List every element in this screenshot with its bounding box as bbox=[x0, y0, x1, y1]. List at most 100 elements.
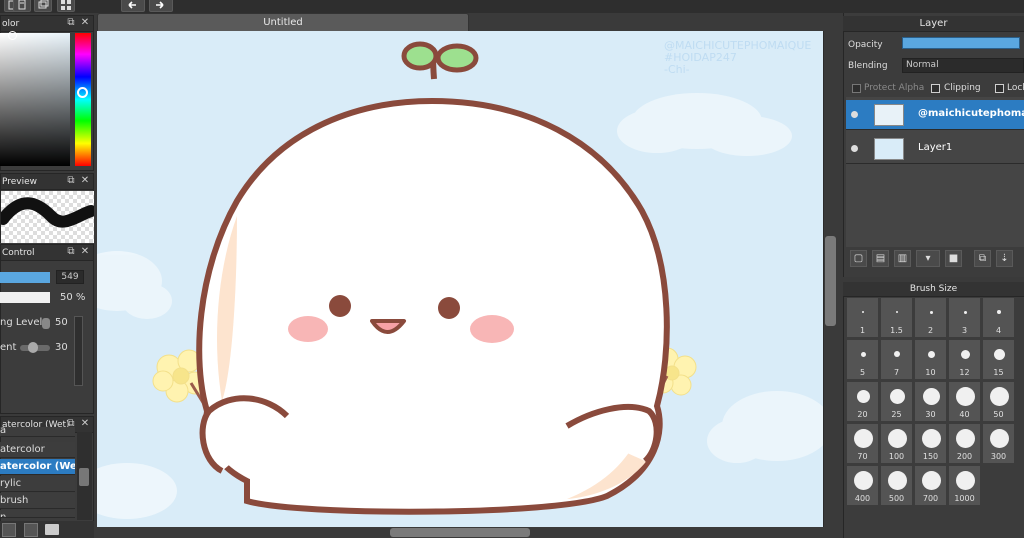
brush-size-cell[interactable]: 30 bbox=[914, 381, 947, 422]
artwork: @MAICHICUTEPHOMAIQUE #HOIDAP247 -Chi- bbox=[97, 39, 823, 519]
brush-size-cell[interactable]: 300 bbox=[982, 423, 1015, 464]
new-layer-icon[interactable]: ▢ bbox=[850, 250, 867, 267]
layer-row[interactable]: Layer1 bbox=[846, 134, 1024, 164]
brush-size-cell[interactable]: 7 bbox=[880, 339, 913, 380]
brush-size-dot-icon bbox=[889, 388, 905, 404]
layers-icon[interactable] bbox=[34, 0, 52, 12]
copy-layer-icon[interactable]: ▤ bbox=[872, 250, 889, 267]
lock-checkbox[interactable] bbox=[995, 84, 1004, 93]
color-panel-title: olor bbox=[2, 19, 20, 29]
duplicate-layer-icon[interactable]: ⧉ bbox=[974, 250, 991, 267]
list-item[interactable]: n bbox=[0, 510, 75, 518]
close-icon[interactable]: ✕ bbox=[80, 176, 90, 186]
grid-icon[interactable] bbox=[57, 0, 75, 12]
doc-icon[interactable] bbox=[13, 0, 31, 12]
new-brush-icon[interactable] bbox=[2, 523, 16, 537]
lock-label: Lock bbox=[1007, 83, 1024, 93]
slider-handle[interactable] bbox=[28, 342, 38, 353]
popout-icon[interactable]: ⧉ bbox=[66, 176, 76, 186]
scroll-thumb[interactable] bbox=[79, 468, 89, 486]
brush-size-dot-icon bbox=[989, 428, 1009, 448]
top-toolbar bbox=[0, 0, 1024, 13]
brush-size-cell[interactable]: 70 bbox=[846, 423, 879, 464]
visibility-eye-icon[interactable] bbox=[851, 145, 858, 152]
list-item[interactable]: a bbox=[0, 427, 75, 437]
brush-size-cell[interactable]: 5 bbox=[846, 339, 879, 380]
layer-row[interactable]: @maichicutephomai bbox=[846, 100, 1024, 130]
list-item[interactable]: rylic bbox=[0, 476, 75, 492]
brush-size-dot-icon bbox=[887, 470, 907, 490]
layer-name: @maichicutephomai bbox=[918, 108, 1024, 119]
control-scrollbar[interactable] bbox=[74, 316, 83, 386]
right-eye bbox=[438, 297, 460, 319]
canvas-tab[interactable]: Untitled bbox=[97, 13, 469, 31]
layer-thumbnail bbox=[874, 138, 904, 160]
brush-list-scrollbar[interactable] bbox=[77, 432, 92, 520]
brush-size-title: Brush Size bbox=[843, 282, 1024, 297]
brush-size-dot-icon bbox=[921, 428, 941, 448]
brush-size-dot-icon bbox=[896, 311, 898, 313]
canvas[interactable]: @MAICHICUTEPHOMAIQUE #HOIDAP247 -Chi- bbox=[97, 31, 823, 527]
brush-size-cell[interactable]: 20 bbox=[846, 381, 879, 422]
brush-size-cell[interactable]: 4 bbox=[982, 297, 1015, 338]
brush-size-label: 30 bbox=[925, 410, 936, 419]
brush-size-cell[interactable]: 100 bbox=[880, 423, 913, 464]
redo-icon[interactable] bbox=[149, 0, 173, 12]
brush-size-cell[interactable]: 1 bbox=[846, 297, 879, 338]
add-layer-dropdown-icon[interactable]: ▾ bbox=[916, 250, 940, 267]
copy-brush-icon[interactable] bbox=[24, 523, 38, 537]
blending-label: Blending bbox=[848, 61, 888, 71]
protect-alpha-checkbox[interactable] bbox=[852, 84, 861, 93]
folder-icon[interactable]: ■ bbox=[945, 250, 962, 267]
brush-size-cell[interactable]: 40 bbox=[948, 381, 981, 422]
merge-layer-icon[interactable]: ⇣ bbox=[996, 250, 1013, 267]
color-picker-knob[interactable] bbox=[8, 31, 17, 40]
popout-icon[interactable]: ⧉ bbox=[66, 18, 76, 28]
list-item-selected[interactable]: atercolor (We bbox=[0, 459, 75, 475]
color-saturation-field[interactable] bbox=[0, 33, 70, 166]
brush-size-label: 50 bbox=[993, 410, 1004, 419]
brush-size-dot-icon bbox=[955, 386, 975, 406]
popout-icon[interactable]: ⧉ bbox=[66, 247, 76, 257]
brush-size-cell[interactable]: 400 bbox=[846, 465, 879, 506]
brush-size-cell[interactable]: 15 bbox=[982, 339, 1015, 380]
brush-size-cell[interactable]: 12 bbox=[948, 339, 981, 380]
close-icon[interactable]: ✕ bbox=[80, 18, 90, 28]
brush-size-label: 15 bbox=[993, 368, 1004, 377]
watermark-line: -Chi- bbox=[664, 63, 690, 76]
left-cheek bbox=[288, 316, 328, 342]
brush-size-cell[interactable]: 1.5 bbox=[880, 297, 913, 338]
visibility-eye-icon[interactable] bbox=[851, 111, 858, 118]
clipping-checkbox[interactable] bbox=[931, 84, 940, 93]
close-icon[interactable]: ✕ bbox=[80, 247, 90, 257]
sprout-leaf bbox=[401, 41, 439, 71]
brush-size-cell[interactable]: 50 bbox=[982, 381, 1015, 422]
hue-slider[interactable] bbox=[75, 33, 91, 166]
list-item[interactable]: brush bbox=[0, 493, 75, 509]
brush-size-cell[interactable]: 25 bbox=[880, 381, 913, 422]
canvas-horizontal-scroll-thumb[interactable] bbox=[390, 528, 530, 537]
layer-opacity-slider[interactable] bbox=[902, 37, 1020, 49]
brush-size-value[interactable]: 549 bbox=[56, 270, 84, 284]
brush-size-cell[interactable]: 150 bbox=[914, 423, 947, 464]
brush-size-label: 40 bbox=[959, 410, 970, 419]
close-icon[interactable]: ✕ bbox=[80, 419, 90, 429]
control-row-label: ent bbox=[0, 342, 17, 353]
brush-opacity-slider[interactable] bbox=[0, 292, 50, 303]
blending-select[interactable]: Normal bbox=[902, 58, 1024, 73]
brush-size-cell[interactable]: 3 bbox=[948, 297, 981, 338]
undo-icon[interactable] bbox=[121, 0, 145, 12]
brush-size-cell[interactable]: 500 bbox=[880, 465, 913, 506]
slider-handle[interactable] bbox=[42, 318, 50, 329]
brush-size-cell[interactable]: 10 bbox=[914, 339, 947, 380]
folder-icon[interactable] bbox=[45, 524, 59, 535]
brush-size-cell[interactable]: 2 bbox=[914, 297, 947, 338]
brush-size-cell[interactable]: 200 bbox=[948, 423, 981, 464]
brush-size-slider[interactable] bbox=[0, 272, 50, 283]
list-item[interactable]: atercolor bbox=[0, 442, 75, 458]
canvas-vertical-scroll-thumb[interactable] bbox=[825, 236, 836, 326]
import-layer-icon[interactable]: ▥ bbox=[894, 250, 911, 267]
hue-knob[interactable] bbox=[77, 87, 88, 98]
brush-size-cell[interactable]: 1000 bbox=[948, 465, 981, 506]
brush-size-cell[interactable]: 700 bbox=[914, 465, 947, 506]
